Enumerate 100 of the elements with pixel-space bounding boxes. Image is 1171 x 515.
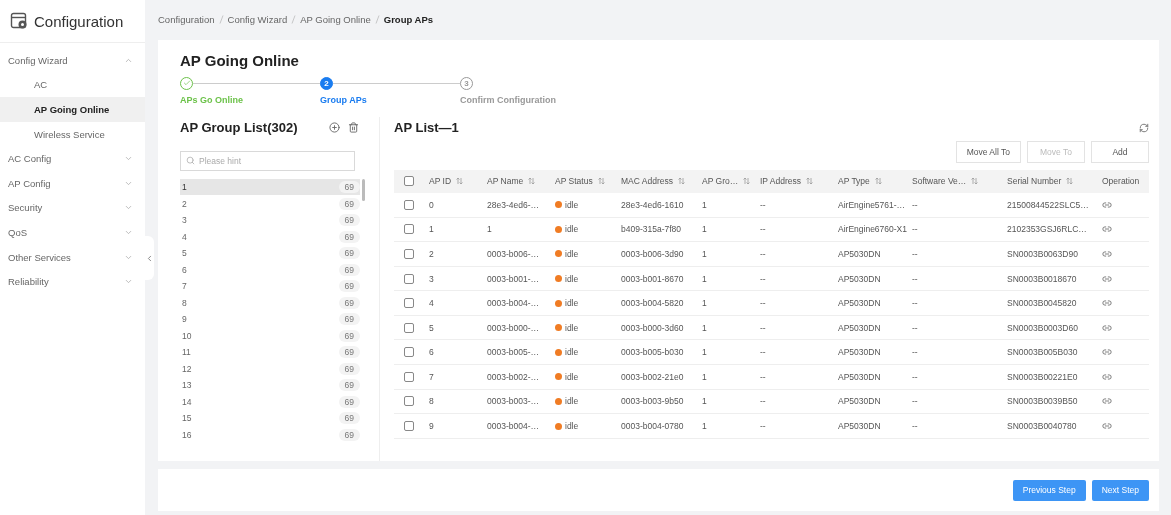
toolbar-button[interactable]: Move All To bbox=[955, 140, 1021, 163]
link-icon[interactable] bbox=[1102, 248, 1112, 259]
add-icon[interactable] bbox=[329, 122, 340, 134]
group-name: 9 bbox=[182, 314, 187, 325]
menu-item[interactable]: QoS bbox=[0, 220, 145, 245]
submenu-item[interactable]: AP Going Online bbox=[0, 97, 145, 122]
checkbox[interactable] bbox=[404, 199, 414, 210]
link-icon[interactable] bbox=[1102, 322, 1112, 333]
page-title: AP Going Online bbox=[180, 51, 300, 69]
table-cell-text: 0003-b001-… bbox=[487, 273, 540, 284]
sort-icon[interactable] bbox=[971, 177, 979, 186]
checkbox[interactable] bbox=[404, 421, 414, 432]
table-cell-text: 0003-b002-21e0 bbox=[621, 371, 685, 382]
link-icon[interactable] bbox=[1102, 396, 1112, 407]
search-field[interactable]: Please hint bbox=[180, 150, 355, 171]
group-name: 16 bbox=[182, 429, 192, 440]
group-list-item[interactable]: 12 69 bbox=[180, 360, 360, 377]
checkbox[interactable] bbox=[404, 248, 414, 259]
toolbar-button[interactable]: Add bbox=[1091, 140, 1149, 163]
breadcrumb-link[interactable]: Group APs bbox=[383, 14, 434, 26]
table-cell-text: -- bbox=[760, 347, 767, 358]
sort-icon[interactable] bbox=[1066, 177, 1074, 186]
table-cell-text: AP5030DN bbox=[838, 371, 882, 382]
checkbox[interactable] bbox=[404, 298, 414, 309]
group-list-item[interactable]: 8 69 bbox=[180, 294, 360, 311]
menu-item[interactable]: Config Wizard bbox=[0, 48, 145, 73]
scrollbar-thumb[interactable] bbox=[362, 178, 365, 201]
refresh-icon[interactable] bbox=[1139, 122, 1149, 133]
checkbox[interactable] bbox=[404, 273, 414, 284]
table-cell-text: 1 bbox=[702, 224, 708, 235]
link-icon[interactable] bbox=[1102, 224, 1112, 235]
group-list-item[interactable]: 14 69 bbox=[180, 393, 360, 410]
table-cell-text: SN0003B0040780 bbox=[1007, 421, 1078, 432]
menu-item[interactable]: AC Config bbox=[0, 146, 145, 171]
sort-icon[interactable] bbox=[597, 177, 605, 186]
menu-item[interactable]: Reliability bbox=[0, 269, 145, 294]
table-cell-text: SN0003B0045820 bbox=[1007, 298, 1078, 309]
table-cell-text: AP5030DN bbox=[838, 298, 882, 309]
status-text: idle bbox=[565, 248, 579, 259]
table-cell-text: AirEngine5761-… bbox=[838, 199, 907, 210]
table-cell-text: -- bbox=[760, 199, 767, 210]
checkbox[interactable] bbox=[404, 371, 414, 382]
table-cell-text: 0003-b004-5820 bbox=[621, 298, 685, 309]
link-icon[interactable] bbox=[1102, 421, 1112, 432]
checkbox[interactable] bbox=[404, 396, 414, 407]
group-list-item[interactable]: 6 69 bbox=[180, 261, 360, 278]
link-icon[interactable] bbox=[1102, 371, 1112, 382]
sort-icon[interactable] bbox=[456, 177, 464, 186]
link-icon[interactable] bbox=[1102, 273, 1112, 284]
sort-icon[interactable] bbox=[528, 177, 536, 186]
table-cell-text: b409-315a-7f80 bbox=[621, 224, 683, 235]
separator-icon bbox=[291, 15, 297, 25]
table-cell-text: 8 bbox=[429, 396, 435, 407]
menu-item[interactable]: Security bbox=[0, 195, 145, 221]
breadcrumb-link[interactable]: Configuration bbox=[158, 14, 215, 26]
group-name: 7 bbox=[182, 281, 187, 292]
link-icon[interactable] bbox=[1102, 199, 1112, 210]
sort-icon[interactable] bbox=[805, 177, 813, 186]
section-title: AP List—1 bbox=[394, 120, 459, 136]
group-list-item[interactable]: 4 69 bbox=[180, 228, 360, 245]
table-cell-text: 0003-b004-… bbox=[487, 298, 540, 309]
menu-item[interactable]: Other Services bbox=[0, 244, 145, 270]
group-name: 5 bbox=[182, 248, 187, 259]
table-cell-text: 0003-b000-… bbox=[487, 322, 540, 333]
menu-item[interactable]: AP Config bbox=[0, 170, 145, 196]
status-text: idle bbox=[565, 224, 579, 235]
group-count: 69 bbox=[338, 412, 360, 425]
table-cell-text: 28e3-4ed6-… bbox=[487, 199, 540, 210]
status-text: idle bbox=[565, 347, 579, 358]
checkbox[interactable] bbox=[404, 322, 414, 333]
table-cell-text: -- bbox=[760, 224, 767, 235]
table-cell-text: 0003-b005-… bbox=[487, 347, 540, 358]
breadcrumb-link[interactable]: AP Going Online bbox=[300, 14, 371, 26]
sort-icon[interactable] bbox=[677, 177, 685, 186]
settings-window-icon bbox=[10, 12, 28, 30]
step-circle: 2 bbox=[320, 76, 333, 90]
table-cell-text: 1 bbox=[702, 322, 708, 333]
table-cell-text: AP5030DN bbox=[838, 421, 882, 432]
column-header: AP Type bbox=[838, 176, 870, 187]
group-list-item[interactable]: 1 69 bbox=[180, 178, 360, 196]
delete-icon[interactable] bbox=[348, 122, 359, 134]
group-list-item[interactable]: 10 69 bbox=[180, 327, 360, 344]
submenu-item[interactable]: Wireless Service bbox=[0, 121, 145, 147]
table-cell-text: -- bbox=[760, 248, 767, 259]
checkbox[interactable] bbox=[404, 224, 414, 235]
table-cell-text: 21500844522SLC5… bbox=[1007, 199, 1090, 210]
group-list-item[interactable]: 2 69 bbox=[180, 195, 360, 212]
table-cell-text: 0003-b003-… bbox=[487, 396, 540, 407]
breadcrumb-link[interactable]: Config Wizard bbox=[227, 14, 288, 26]
status-text: idle bbox=[565, 371, 579, 382]
group-list-item[interactable]: 16 69 bbox=[180, 426, 360, 443]
link-icon[interactable] bbox=[1102, 298, 1112, 309]
sort-icon[interactable] bbox=[874, 177, 882, 186]
link-icon[interactable] bbox=[1102, 347, 1112, 358]
checkbox[interactable] bbox=[404, 347, 414, 358]
checkbox[interactable] bbox=[404, 176, 414, 187]
sort-icon[interactable] bbox=[743, 177, 751, 186]
group-count: 69 bbox=[338, 230, 360, 243]
collapse-handle[interactable] bbox=[145, 236, 154, 280]
submenu-item[interactable]: AC bbox=[0, 72, 145, 98]
